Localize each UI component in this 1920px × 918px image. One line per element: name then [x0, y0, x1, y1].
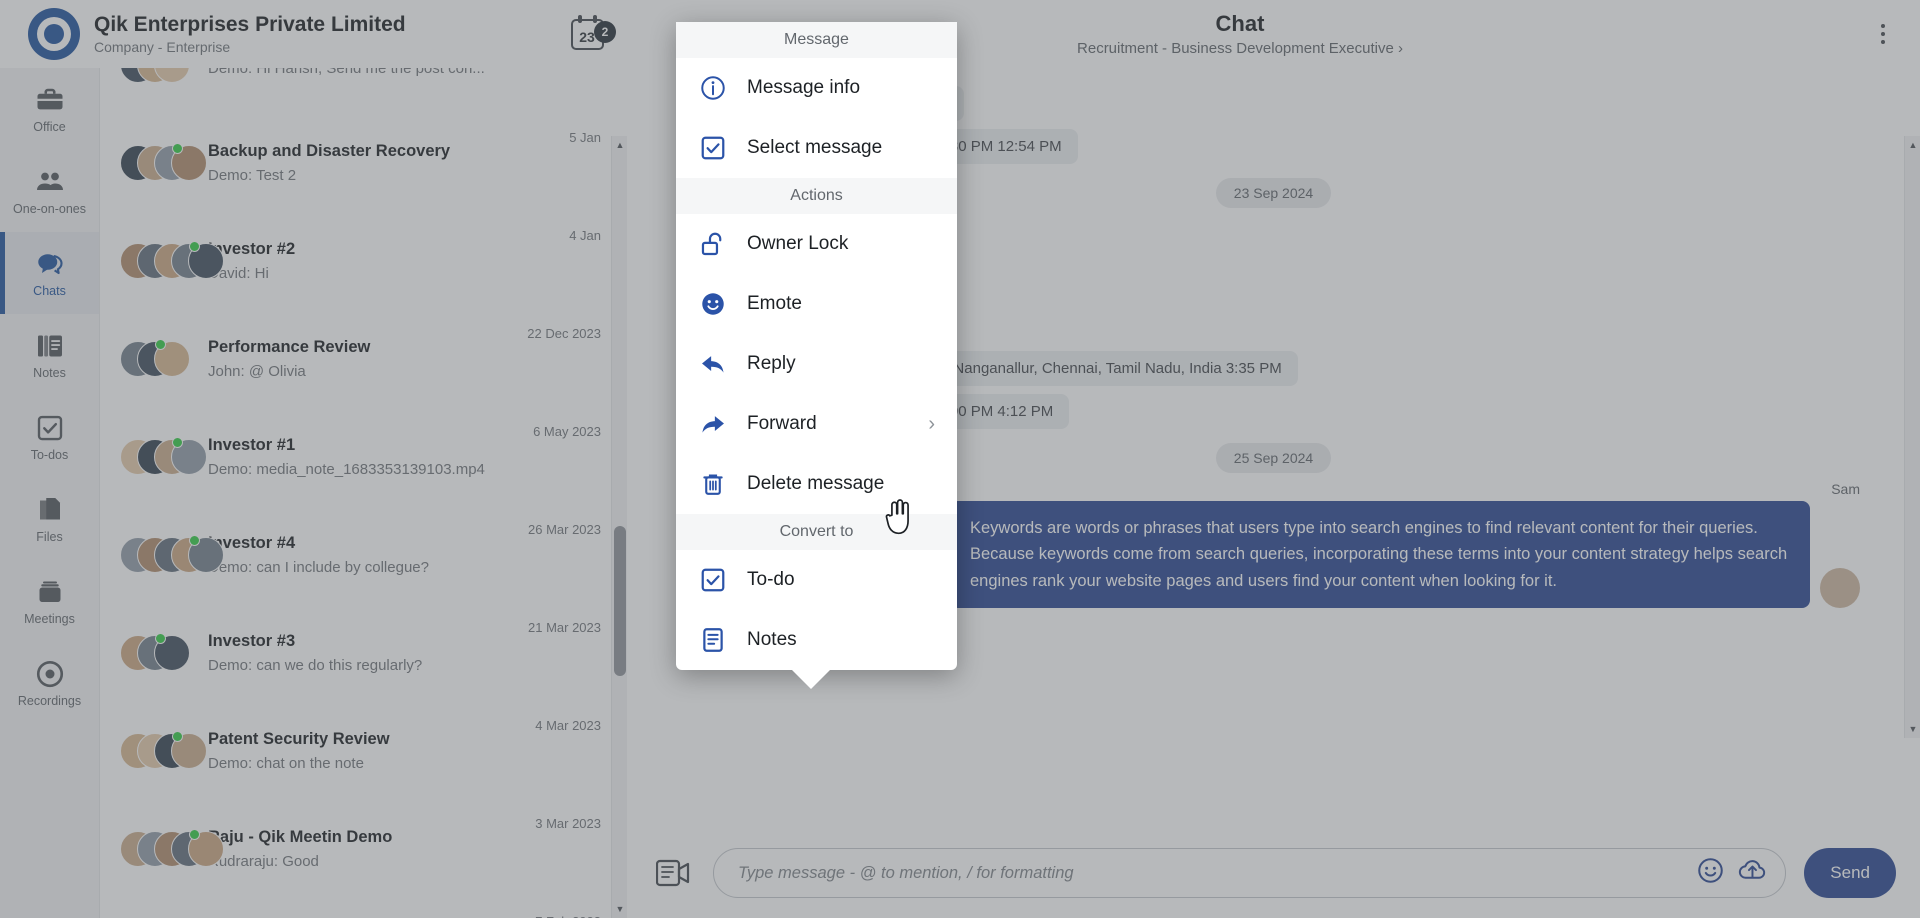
modal-dim-overlay[interactable] — [0, 0, 1920, 918]
note-page-icon — [698, 626, 727, 655]
menu-item-message-info[interactable]: Message info — [676, 58, 957, 118]
menu-item-label: Notes — [747, 629, 797, 651]
info-circle-icon — [698, 74, 727, 103]
trash-icon — [698, 470, 727, 499]
menu-item-forward[interactable]: Forward › — [676, 394, 957, 454]
menu-item-label: Emote — [747, 293, 802, 315]
menu-item-label: Select message — [747, 137, 882, 159]
forward-arrow-icon — [698, 410, 727, 439]
reply-arrow-icon — [698, 350, 727, 379]
message-context-menu: Message Message info Select message Acti… — [676, 22, 957, 670]
chevron-right-icon: › — [928, 413, 935, 436]
menu-item-select-message[interactable]: Select message — [676, 118, 957, 178]
menu-item-owner-lock[interactable]: Owner Lock — [676, 214, 957, 274]
menu-item-emote[interactable]: Emote — [676, 274, 957, 334]
unlock-icon — [698, 230, 727, 259]
menu-item-label: Delete message — [747, 473, 884, 495]
checkbox-icon — [698, 134, 727, 163]
emote-smiley-icon — [698, 290, 727, 319]
checkbox-icon — [698, 566, 727, 595]
menu-section-heading: Message — [676, 22, 957, 58]
menu-item-label: Owner Lock — [747, 233, 848, 255]
mouse-cursor-pointer — [882, 498, 916, 543]
menu-item-label: Forward — [747, 413, 817, 435]
menu-item-label: Message info — [747, 77, 860, 99]
menu-item-label: Reply — [747, 353, 796, 375]
menu-item-to-do[interactable]: To-do — [676, 550, 957, 610]
menu-item-notes[interactable]: Notes — [676, 610, 957, 670]
menu-section-heading: Actions — [676, 178, 957, 214]
menu-item-label: To-do — [747, 569, 795, 591]
menu-item-reply[interactable]: Reply — [676, 334, 957, 394]
